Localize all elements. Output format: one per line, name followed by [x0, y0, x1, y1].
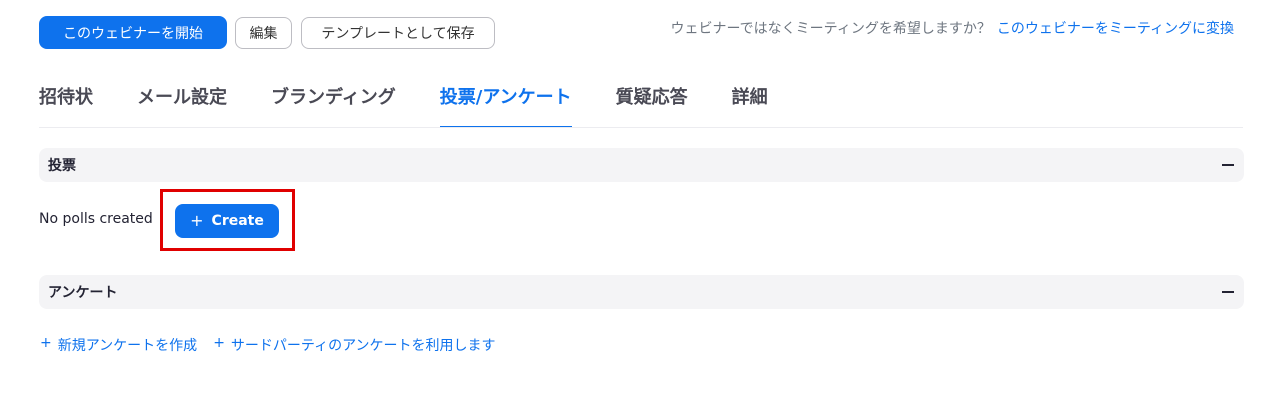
tab-email-settings[interactable]: メール設定 [137, 78, 227, 128]
convert-prompt-text: ウェビナーではなくミーティングを希望しますか？ [670, 21, 991, 37]
settings-tabs: 招待状 メール設定 ブランディング 投票/アンケート 質疑応答 詳細 [39, 78, 768, 128]
survey-section-header: アンケート [39, 275, 1244, 309]
plus-icon: + [213, 335, 225, 351]
tab-branding[interactable]: ブランディング [271, 78, 396, 128]
convert-to-meeting-row: ウェビナーではなくミーティングを希望しますか？ このウェビナーをミーティングに変… [671, 18, 1235, 38]
tab-invitations[interactable]: 招待状 [39, 78, 93, 128]
third-party-survey-link[interactable]: + サードパーティのアンケートを利用します [213, 335, 495, 355]
create-poll-label: Create [211, 213, 264, 229]
no-polls-text: No polls created [39, 211, 153, 227]
tab-qa[interactable]: 質疑応答 [616, 78, 688, 128]
tab-polls-surveys[interactable]: 投票/アンケート [439, 78, 572, 128]
minus-icon[interactable] [1222, 164, 1234, 166]
new-survey-label: 新規アンケートを作成 [57, 338, 198, 354]
survey-actions: + 新規アンケートを作成 + サードパーティのアンケートを利用します [40, 335, 496, 355]
create-poll-button[interactable]: + Create [175, 204, 279, 238]
minus-icon[interactable] [1222, 291, 1234, 293]
survey-section-title: アンケート [48, 285, 118, 301]
plus-icon: + [190, 211, 204, 230]
plus-icon: + [40, 335, 52, 351]
tab-advanced[interactable]: 詳細 [732, 78, 768, 128]
tabs-divider [39, 127, 1243, 128]
third-party-survey-label: サードパーティのアンケートを利用します [230, 338, 496, 354]
polls-section-title: 投票 [48, 158, 76, 174]
new-survey-link[interactable]: + 新規アンケートを作成 [40, 335, 197, 355]
convert-to-meeting-link[interactable]: このウェビナーをミーティングに変換 [997, 18, 1234, 38]
edit-button[interactable]: 編集 [235, 17, 292, 49]
start-webinar-button[interactable]: このウェビナーを開始 [39, 16, 227, 49]
save-as-template-button[interactable]: テンプレートとして保存 [301, 17, 495, 49]
polls-section-header: 投票 [39, 148, 1244, 182]
